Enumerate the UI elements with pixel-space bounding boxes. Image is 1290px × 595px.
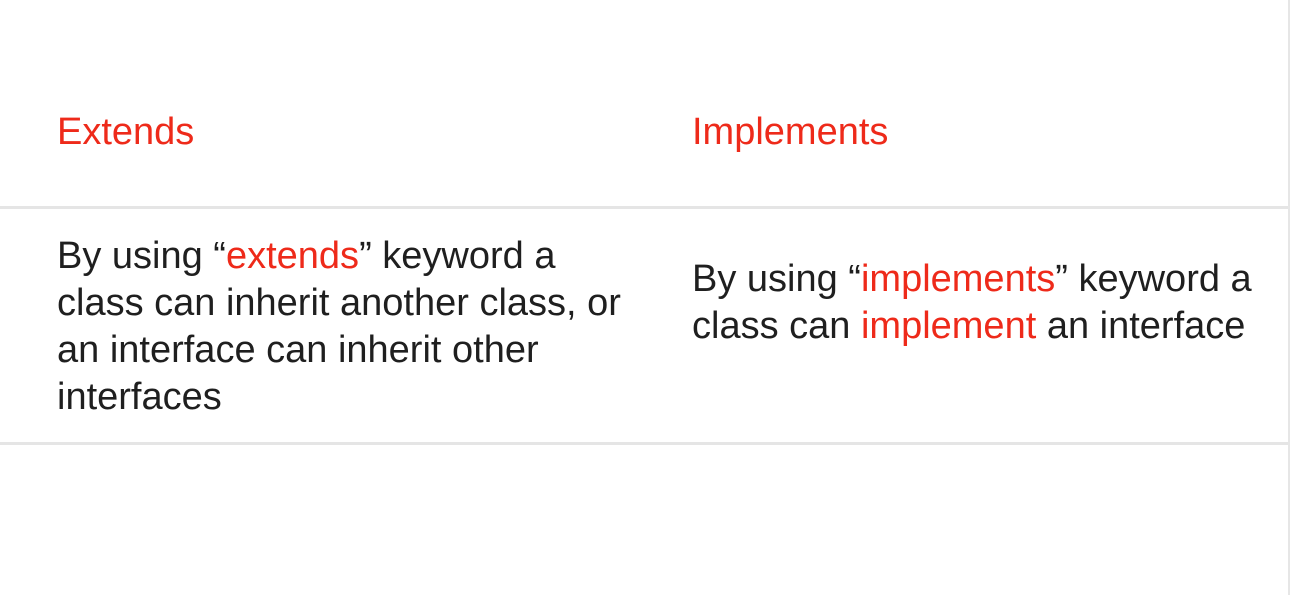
implement-keyword: implement [860, 305, 1037, 347]
extends-keyword: extends [225, 235, 360, 277]
header-implements: Implements [692, 111, 889, 153]
table-row: By using “extends” keyword a class can i… [0, 209, 1288, 442]
header-extends: Extends [57, 111, 195, 153]
row-divider [0, 442, 1288, 445]
implements-text-after: an interface [1036, 305, 1246, 347]
extends-text-before: By using “ [57, 235, 226, 277]
implements-keyword: implements [860, 258, 1056, 300]
implements-text-before: By using “ [692, 258, 861, 300]
extends-description: By using “extends” keyword a class can i… [57, 233, 647, 421]
comparison-table: Extends Implements By using “extends” ke… [0, 0, 1288, 595]
table-header-row: Extends Implements [0, 0, 1288, 206]
implements-description: By using “implements” keyword a class ca… [692, 256, 1282, 350]
